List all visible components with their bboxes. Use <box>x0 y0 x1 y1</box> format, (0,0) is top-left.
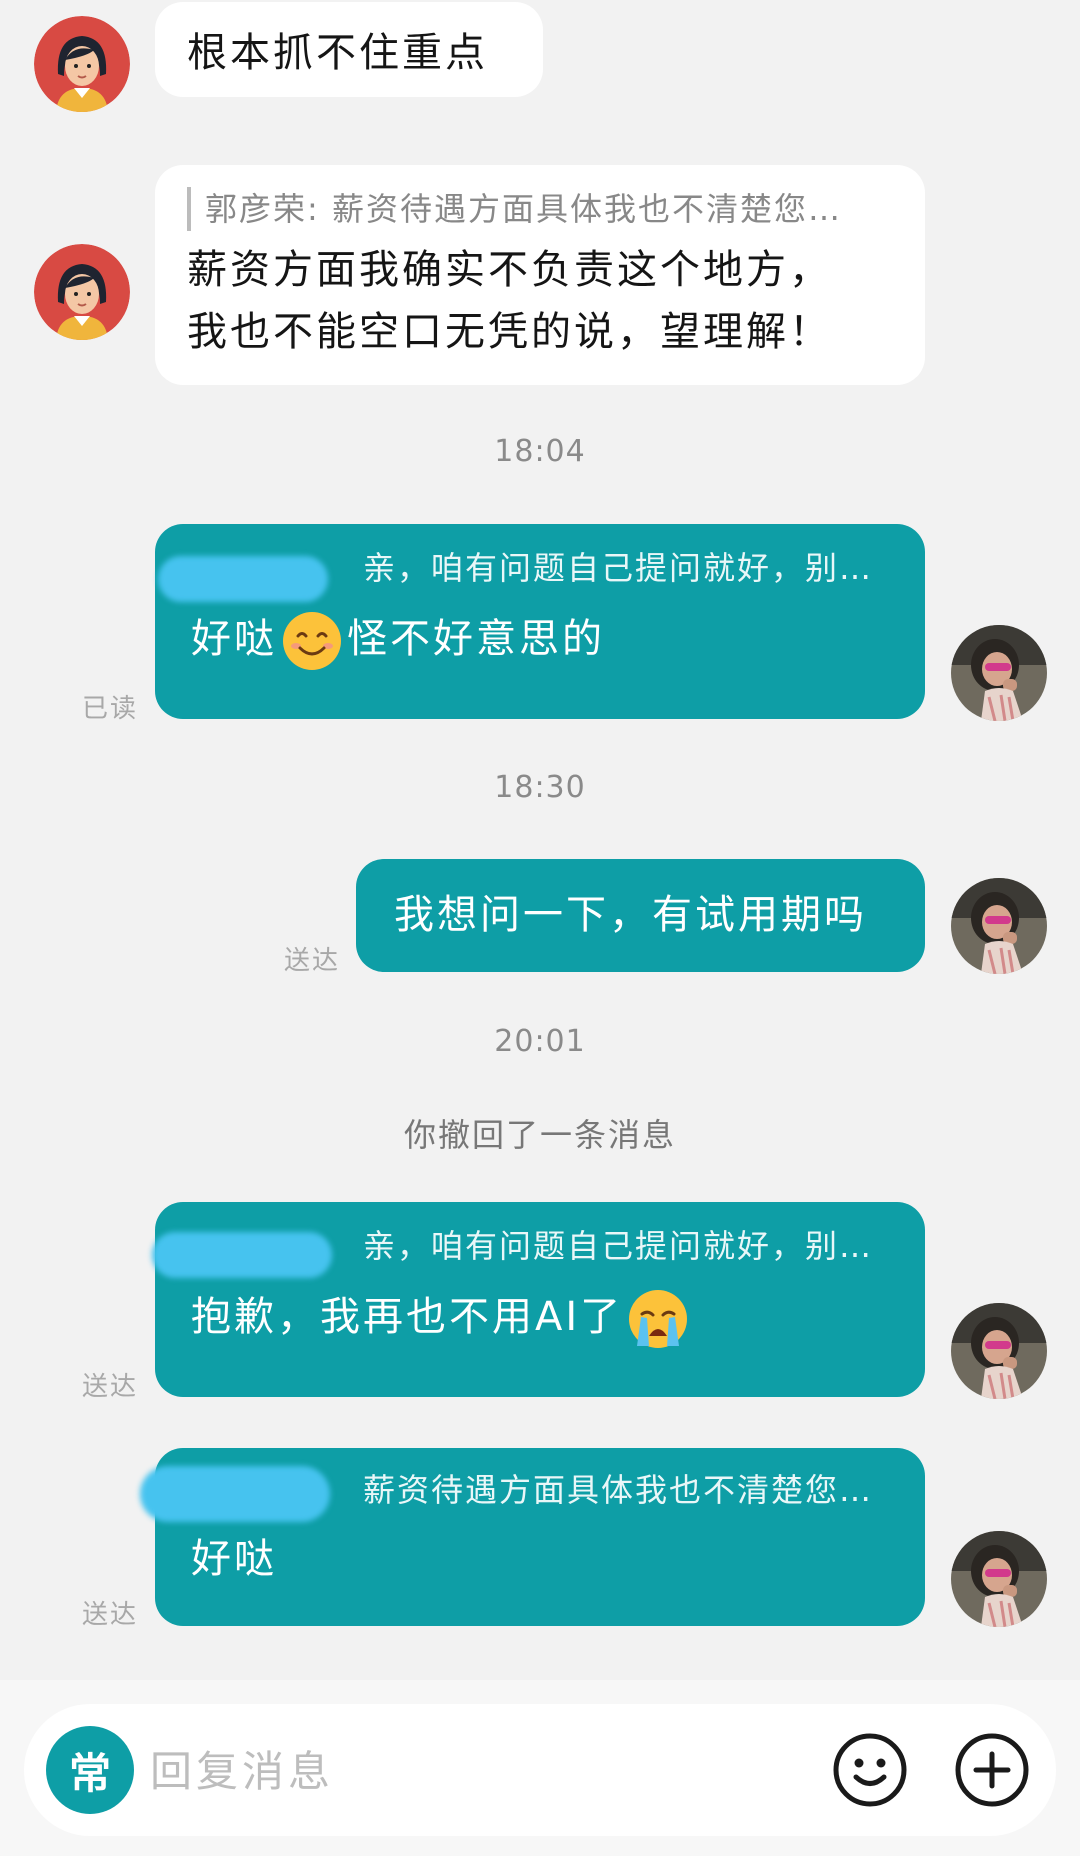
timestamp: 18:04 <box>494 434 586 469</box>
sender-avatar[interactable] <box>34 16 130 112</box>
recall-notice: 你撤回了一条消息 <box>403 1116 676 1154</box>
message-text-after-emoji: 怪不好意思的 <box>347 616 605 662</box>
outgoing-message-bubble[interactable]: 我想问一下，有试用期吗 <box>356 859 925 972</box>
woman-avatar-icon <box>34 16 130 112</box>
reply-bar: 常 <box>24 1704 1056 1836</box>
emoji-button[interactable] <box>830 1730 910 1810</box>
delivered-status: 送达 <box>82 1372 139 1402</box>
crying-emoji-icon <box>627 1288 689 1350</box>
message-text-before-emoji: 抱歉，我再也不用AI了 <box>191 1294 624 1340</box>
sender-avatar[interactable] <box>34 244 130 340</box>
message-text-before-emoji: 好哒 <box>191 616 277 662</box>
outgoing-message-bubble[interactable]: 亲，咱有问题自己提问就好，别… 好哒 怪不好意思的 <box>155 524 925 719</box>
incoming-message-bubble[interactable]: 郭彦荣: 薪资待遇方面具体我也不清楚您… 薪资方面我确实不负责这个地方， 我也不… <box>155 165 925 385</box>
message-text: 好哒 怪不好意思的 <box>191 608 889 672</box>
plus-circle-icon <box>955 1733 1029 1807</box>
user-photo-avatar-icon <box>951 1531 1047 1627</box>
quick-phrases-button[interactable]: 常 <box>46 1726 134 1814</box>
smile-emoji-icon <box>281 610 343 672</box>
message-text: 好哒 <box>191 1536 277 1582</box>
woman-avatar-icon <box>34 244 130 340</box>
timestamp: 20:01 <box>494 1024 586 1059</box>
read-status: 已读 <box>82 694 139 724</box>
my-avatar[interactable] <box>951 878 1047 974</box>
user-photo-avatar-icon <box>951 1303 1047 1399</box>
my-avatar[interactable] <box>951 1531 1047 1627</box>
redacted-name <box>152 1232 332 1278</box>
reply-input[interactable] <box>148 1732 712 1810</box>
quoted-message[interactable]: 郭彦荣: 薪资待遇方面具体我也不清楚您… <box>187 187 893 231</box>
delivered-status: 送达 <box>82 1600 139 1630</box>
delivered-status: 送达 <box>284 946 341 976</box>
my-avatar[interactable] <box>951 1303 1047 1399</box>
user-photo-avatar-icon <box>951 878 1047 974</box>
smiley-face-icon <box>833 1733 907 1807</box>
user-photo-avatar-icon <box>951 625 1047 721</box>
message-text-line: 我也不能空口无凭的说，望理解！ <box>187 309 832 355</box>
redacted-name <box>158 556 328 602</box>
message-text: 我想问一下，有试用期吗 <box>394 892 867 938</box>
message-text: 抱歉，我再也不用AI了 <box>191 1286 889 1350</box>
timestamp: 18:30 <box>494 770 586 805</box>
incoming-message-bubble[interactable]: 根本抓不住重点 <box>155 2 543 97</box>
my-avatar[interactable] <box>951 625 1047 721</box>
more-button[interactable] <box>952 1730 1032 1810</box>
redacted-name <box>140 1466 330 1522</box>
message-text-line: 薪资方面我确实不负责这个地方， <box>187 247 832 293</box>
message-text: 根本抓不住重点 <box>187 30 488 76</box>
